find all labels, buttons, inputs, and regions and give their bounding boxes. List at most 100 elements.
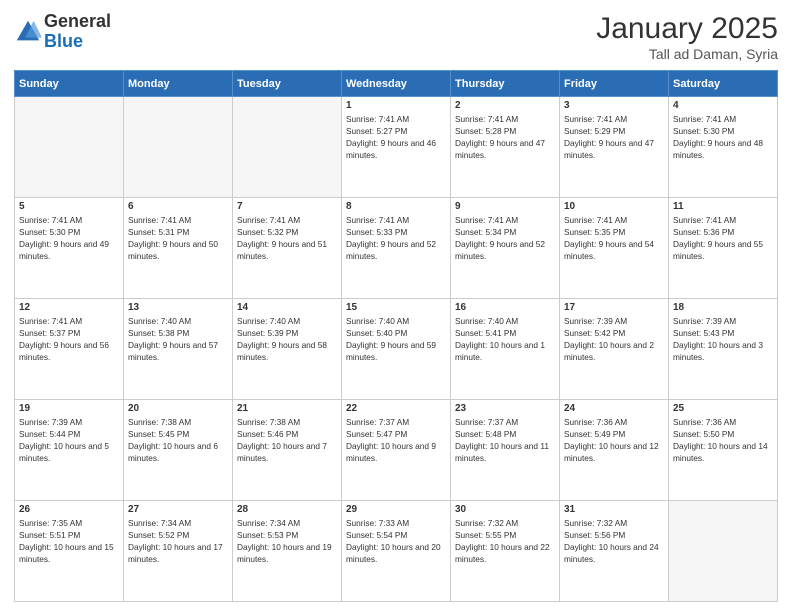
calendar-week-3: 12 Sunrise: 7:41 AM Sunset: 5:37 PM Dayli… (15, 299, 778, 400)
calendar-cell: 21 Sunrise: 7:38 AM Sunset: 5:46 PM Dayli… (233, 400, 342, 501)
calendar-cell: 25Sunrise: 7:36 AM Sunset: 5:50 PM Dayli… (669, 400, 778, 501)
calendar-week-2: 5 Sunrise: 7:41 AM Sunset: 5:30 PM Daylig… (15, 198, 778, 299)
day-info: Sunrise: 7:38 AM Sunset: 5:45 PM Dayligh… (128, 416, 228, 464)
calendar-cell: 15Sunrise: 7:40 AM Sunset: 5:40 PM Dayli… (342, 299, 451, 400)
day-header-thursday: Thursday (451, 71, 560, 97)
calendar-cell: 4Sunrise: 7:41 AM Sunset: 5:30 PM Daylig… (669, 97, 778, 198)
calendar-cell (15, 97, 124, 198)
day-info: Sunrise: 7:41 AM Sunset: 5:36 PM Dayligh… (673, 214, 773, 262)
calendar-cell: 28Sunrise: 7:34 AM Sunset: 5:53 PM Dayli… (233, 501, 342, 602)
day-info: Sunrise: 7:37 AM Sunset: 5:48 PM Dayligh… (455, 416, 555, 464)
day-info: Sunrise: 7:39 AM Sunset: 5:43 PM Dayligh… (673, 315, 773, 363)
day-header-sunday: Sunday (15, 71, 124, 97)
day-number: 7 (237, 201, 337, 212)
day-number: 21 (237, 403, 337, 414)
day-info: Sunrise: 7:41 AM Sunset: 5:29 PM Dayligh… (564, 113, 664, 161)
day-number: 5 (19, 201, 119, 212)
day-number: 20 (128, 403, 228, 414)
calendar-cell (669, 501, 778, 602)
calendar-cell: 16 Sunrise: 7:40 AM Sunset: 5:41 PM Dayli… (451, 299, 560, 400)
calendar-cell: 1Sunrise: 7:41 AM Sunset: 5:27 PM Daylig… (342, 97, 451, 198)
day-number: 9 (455, 201, 555, 212)
day-number: 4 (673, 100, 773, 111)
day-info: Sunrise: 7:36 AM Sunset: 5:50 PM Dayligh… (673, 416, 773, 464)
day-info: Sunrise: 7:36 AM Sunset: 5:49 PM Dayligh… (564, 416, 664, 464)
day-info: Sunrise: 7:41 AM Sunset: 5:28 PM Dayligh… (455, 113, 555, 161)
day-info: Sunrise: 7:34 AM Sunset: 5:53 PM Dayligh… (237, 517, 337, 565)
day-number: 18 (673, 302, 773, 313)
day-number: 31 (564, 504, 664, 515)
calendar-cell: 31 Sunrise: 7:32 AM Sunset: 5:56 PM Dayli… (560, 501, 669, 602)
calendar-cell (233, 97, 342, 198)
day-number: 30 (455, 504, 555, 515)
calendar-cell: 23 Sunrise: 7:37 AM Sunset: 5:48 PM Dayli… (451, 400, 560, 501)
calendar-cell: 30 Sunrise: 7:32 AM Sunset: 5:55 PM Dayli… (451, 501, 560, 602)
page: General Blue January 2025 Tall ad Daman,… (0, 0, 792, 612)
calendar-cell: 14Sunrise: 7:40 AM Sunset: 5:39 PM Dayli… (233, 299, 342, 400)
calendar-cell (124, 97, 233, 198)
calendar-cell: 20 Sunrise: 7:38 AM Sunset: 5:45 PM Dayli… (124, 400, 233, 501)
calendar-cell: 27 Sunrise: 7:34 AM Sunset: 5:52 PM Dayli… (124, 501, 233, 602)
calendar-cell: 7 Sunrise: 7:41 AM Sunset: 5:32 PM Daylig… (233, 198, 342, 299)
day-info: Sunrise: 7:40 AM Sunset: 5:41 PM Dayligh… (455, 315, 555, 363)
day-number: 15 (346, 302, 446, 313)
day-number: 19 (19, 403, 119, 414)
day-number: 29 (346, 504, 446, 515)
day-number: 22 (346, 403, 446, 414)
day-header-tuesday: Tuesday (233, 71, 342, 97)
day-info: Sunrise: 7:41 AM Sunset: 5:37 PM Dayligh… (19, 315, 119, 363)
day-info: Sunrise: 7:41 AM Sunset: 5:30 PM Dayligh… (19, 214, 119, 262)
calendar-week-5: 26 Sunrise: 7:35 AM Sunset: 5:51 PM Dayli… (15, 501, 778, 602)
day-number: 8 (346, 201, 446, 212)
day-number: 13 (128, 302, 228, 313)
day-info: Sunrise: 7:41 AM Sunset: 5:35 PM Dayligh… (564, 214, 664, 262)
calendar-cell: 13 Sunrise: 7:40 AM Sunset: 5:38 PM Dayli… (124, 299, 233, 400)
calendar-cell: 19 Sunrise: 7:39 AM Sunset: 5:44 PM Dayli… (15, 400, 124, 501)
day-number: 12 (19, 302, 119, 313)
calendar-header-row: SundayMondayTuesdayWednesdayThursdayFrid… (15, 71, 778, 97)
day-info: Sunrise: 7:37 AM Sunset: 5:47 PM Dayligh… (346, 416, 446, 464)
calendar-cell: 9 Sunrise: 7:41 AM Sunset: 5:34 PM Daylig… (451, 198, 560, 299)
day-info: Sunrise: 7:32 AM Sunset: 5:56 PM Dayligh… (564, 517, 664, 565)
logo-blue-text: Blue (44, 31, 83, 51)
calendar-cell: 12 Sunrise: 7:41 AM Sunset: 5:37 PM Dayli… (15, 299, 124, 400)
day-info: Sunrise: 7:39 AM Sunset: 5:44 PM Dayligh… (19, 416, 119, 464)
day-number: 23 (455, 403, 555, 414)
day-number: 3 (564, 100, 664, 111)
day-info: Sunrise: 7:40 AM Sunset: 5:39 PM Dayligh… (237, 315, 337, 363)
calendar-cell: 24 Sunrise: 7:36 AM Sunset: 5:49 PM Dayli… (560, 400, 669, 501)
day-info: Sunrise: 7:41 AM Sunset: 5:31 PM Dayligh… (128, 214, 228, 262)
calendar-cell: 10Sunrise: 7:41 AM Sunset: 5:35 PM Dayli… (560, 198, 669, 299)
calendar-cell: 18 Sunrise: 7:39 AM Sunset: 5:43 PM Dayli… (669, 299, 778, 400)
day-info: Sunrise: 7:41 AM Sunset: 5:27 PM Dayligh… (346, 113, 446, 161)
calendar-cell: 8 Sunrise: 7:41 AM Sunset: 5:33 PM Daylig… (342, 198, 451, 299)
calendar-cell: 6 Sunrise: 7:41 AM Sunset: 5:31 PM Daylig… (124, 198, 233, 299)
day-number: 27 (128, 504, 228, 515)
day-info: Sunrise: 7:34 AM Sunset: 5:52 PM Dayligh… (128, 517, 228, 565)
calendar-cell: 22 Sunrise: 7:37 AM Sunset: 5:47 PM Dayli… (342, 400, 451, 501)
header: General Blue January 2025 Tall ad Daman,… (14, 12, 778, 62)
calendar-week-1: 1Sunrise: 7:41 AM Sunset: 5:27 PM Daylig… (15, 97, 778, 198)
calendar-week-4: 19 Sunrise: 7:39 AM Sunset: 5:44 PM Dayli… (15, 400, 778, 501)
day-number: 11 (673, 201, 773, 212)
calendar-subtitle: Tall ad Daman, Syria (596, 46, 778, 62)
day-info: Sunrise: 7:41 AM Sunset: 5:32 PM Dayligh… (237, 214, 337, 262)
day-number: 6 (128, 201, 228, 212)
calendar-cell: 2 Sunrise: 7:41 AM Sunset: 5:28 PM Daylig… (451, 97, 560, 198)
day-header-saturday: Saturday (669, 71, 778, 97)
day-number: 2 (455, 100, 555, 111)
day-info: Sunrise: 7:41 AM Sunset: 5:34 PM Dayligh… (455, 214, 555, 262)
day-number: 16 (455, 302, 555, 313)
day-info: Sunrise: 7:40 AM Sunset: 5:38 PM Dayligh… (128, 315, 228, 363)
day-info: Sunrise: 7:41 AM Sunset: 5:33 PM Dayligh… (346, 214, 446, 262)
day-info: Sunrise: 7:38 AM Sunset: 5:46 PM Dayligh… (237, 416, 337, 464)
calendar-cell: 11 Sunrise: 7:41 AM Sunset: 5:36 PM Dayli… (669, 198, 778, 299)
day-info: Sunrise: 7:32 AM Sunset: 5:55 PM Dayligh… (455, 517, 555, 565)
logo-icon (14, 18, 42, 46)
calendar-cell: 17Sunrise: 7:39 AM Sunset: 5:42 PM Dayli… (560, 299, 669, 400)
day-info: Sunrise: 7:35 AM Sunset: 5:51 PM Dayligh… (19, 517, 119, 565)
day-header-wednesday: Wednesday (342, 71, 451, 97)
day-number: 24 (564, 403, 664, 414)
title-block: January 2025 Tall ad Daman, Syria (596, 12, 778, 62)
day-number: 26 (19, 504, 119, 515)
